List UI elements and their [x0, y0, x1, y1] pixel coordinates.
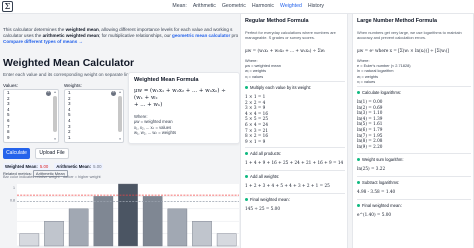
- clear-weights-icon[interactable]: ×: [111, 91, 116, 96]
- weighted-mean-result: Weighted Mean: 5.00: [3, 163, 51, 170]
- regular-step-2: Add all products:: [245, 151, 281, 156]
- nav-label-mean: Mean:: [172, 3, 187, 9]
- chart-bar[interactable]: [68, 208, 89, 247]
- divider: [357, 153, 471, 154]
- log-line: ln(8) = 2.08: [357, 138, 383, 144]
- regular-final: 145 ÷ 25 = 5.00: [245, 206, 280, 211]
- large-logs-list: ln(1) = 0.00 ln(2) = 0.69 ln(3) = 1.10 ln(4…: [357, 99, 382, 149]
- chart-bar[interactable]: [167, 208, 188, 247]
- values-scrollbar[interactable]: ▲ ▼: [53, 91, 57, 141]
- product-line: 6 × 4 = 24: [245, 121, 268, 127]
- large-step-4: Final weighted mean:: [357, 203, 402, 208]
- intro-paragraph: This calculator determines the weighted …: [3, 27, 239, 45]
- clear-values-icon[interactable]: ×: [46, 91, 51, 96]
- values-textarea[interactable]: 123456789 × ▲ ▼: [3, 89, 59, 143]
- large-method-title: Large Number Method Formula: [357, 18, 437, 24]
- log-line: ln(1) = 0.00: [357, 99, 383, 104]
- product-line: 3 × 3 = 9: [245, 105, 266, 111]
- value-line: 9: [7, 135, 10, 141]
- chart-y-tick-label: 0.8: [10, 198, 15, 202]
- mean-type-nav: Mean: Arithmetic Geometric Harmonic Weig…: [172, 3, 324, 9]
- large-final: e^(1.40) = 5.00: [357, 212, 392, 217]
- large-formula: μw = eˣ where x = [Σ(wᵢ × ln(xᵢ))] ÷ [Σ(…: [357, 48, 449, 53]
- sigma-logo-icon[interactable]: Σ: [2, 1, 13, 12]
- large-step-3: Subtract logarithms:: [357, 180, 399, 185]
- product-line: 1 × 1 = 1: [245, 94, 266, 99]
- divider: [245, 193, 345, 194]
- divider: [245, 81, 345, 82]
- nav-link-arithmetic[interactable]: Arithmetic: [193, 3, 216, 9]
- chart-bar[interactable]: [118, 183, 138, 247]
- weight-line: 1: [68, 135, 71, 141]
- chart-bar[interactable]: [216, 233, 237, 247]
- regular-sum-products: 1 + 4 + 9 + 16 + 25 + 24 + 21 + 16 + 9 =…: [245, 160, 344, 165]
- large-subtract: 4.98 - 3.58 = 1.40: [357, 189, 396, 194]
- geometric-calculator-link[interactable]: geometric mean calculator: [172, 33, 230, 38]
- nav-link-history[interactable]: History: [308, 3, 324, 9]
- top-nav: Σ Mean: Arithmetic Geometric Harmonic We…: [0, 0, 474, 14]
- large-weight-log: ln(25) = 3.22: [357, 166, 386, 171]
- chart-bar[interactable]: [93, 196, 114, 247]
- results-row: Weighted Mean: 5.00 Arithmetic Mean: 5.00: [3, 163, 104, 170]
- weights-label: Weights:: [64, 83, 82, 88]
- upload-file-button[interactable]: Upload File: [35, 148, 69, 159]
- regular-method-title: Regular Method Formula: [245, 18, 309, 24]
- large-method-description: When numbers get very large, we use loga…: [357, 30, 462, 40]
- weighted-bar-chart: 10.8: [10, 183, 239, 247]
- compare-means-link[interactable]: Compare different types of means →: [3, 39, 83, 44]
- weights-textarea[interactable]: 123454321 × ▲ ▼: [64, 89, 124, 143]
- formula-card-title: Weighted Mean Formula: [134, 77, 199, 83]
- nav-link-harmonic[interactable]: Harmonic: [252, 3, 274, 9]
- regular-method-panel: Regular Method Formula Perfect for every…: [240, 14, 348, 248]
- log-line: ln(6) = 1.79: [357, 126, 383, 132]
- nav-link-weighted[interactable]: Weighted: [280, 3, 302, 9]
- regular-step-1: Multiply each value by its weight:: [245, 85, 311, 90]
- arithmetic-mean-result: Arithmetic Mean: 5.00: [54, 163, 104, 170]
- nav-link-geometric[interactable]: Geometric: [222, 3, 246, 9]
- divider: [245, 147, 345, 148]
- log-line: ln(3) = 1.10: [357, 110, 383, 116]
- divider: [357, 86, 471, 87]
- regular-products-list: 1 × 1 = 12 × 2 = 43 × 3 = 94 × 4 = 16 5 ×…: [245, 94, 268, 144]
- product-line: 8 × 2 = 16: [245, 133, 268, 139]
- calculate-button[interactable]: Calculate: [3, 148, 30, 159]
- large-step-2: Weight sum logarithm:: [357, 157, 404, 162]
- divider: [357, 199, 471, 200]
- weighted-mean-formula-card: Weighted Mean Formula μw = (w₁x₁ + w₂x₂ …: [128, 72, 240, 144]
- regular-definitions: Where: μw = weighted mean wᵢ = weights x…: [245, 58, 281, 79]
- divider: [357, 176, 471, 177]
- regular-method-description: Perfect for everyday calculations where …: [245, 30, 336, 40]
- large-definitions: Where: e = Euler's number (≈ 2.71828) ln…: [357, 58, 411, 84]
- chart-y-tick-label: 1: [13, 186, 15, 190]
- regular-formula: μw = (w₁x₁ + w₂x₂ + ... + wₙxₙ) ÷ Σwᵢ: [245, 48, 325, 53]
- regular-step-4: Final weighted mean:: [245, 197, 290, 202]
- product-line: 9 × 1 = 9: [245, 138, 266, 144]
- regular-step-3: Add all weights:: [245, 174, 279, 179]
- calculator-title: Weighted Mean Calculator: [3, 57, 135, 69]
- calculator-subtitle: Enter each value and its corresponding w…: [3, 72, 134, 77]
- chart-bar[interactable]: [142, 196, 163, 247]
- regular-sum-weights: 1 + 2 + 3 + 4 + 5 + 4 + 3 + 2 + 1 = 25: [245, 183, 330, 188]
- chart-bar[interactable]: [44, 221, 64, 247]
- log-line: ln(9) = 2.20: [357, 143, 383, 149]
- large-number-method-panel: Large Number Method Formula When numbers…: [352, 14, 474, 248]
- chart-note: Bar color indicates relative weight · da…: [3, 175, 101, 179]
- values-label: Values:: [3, 83, 18, 88]
- large-step-1: Calculate logarithms:: [357, 90, 401, 95]
- chart-bar[interactable]: [19, 233, 40, 247]
- formula-definitions: Where: μw = weighted mean x₁, x₂, ... xₙ…: [134, 114, 177, 136]
- weights-scrollbar[interactable]: ▲ ▼: [118, 91, 122, 141]
- chart-bar[interactable]: [192, 221, 212, 247]
- divider: [245, 170, 345, 171]
- formula-text: μw = (w₁x₁ + w₂x₂ + ... + wₙxₙ) ÷ (w₁ + …: [134, 88, 226, 108]
